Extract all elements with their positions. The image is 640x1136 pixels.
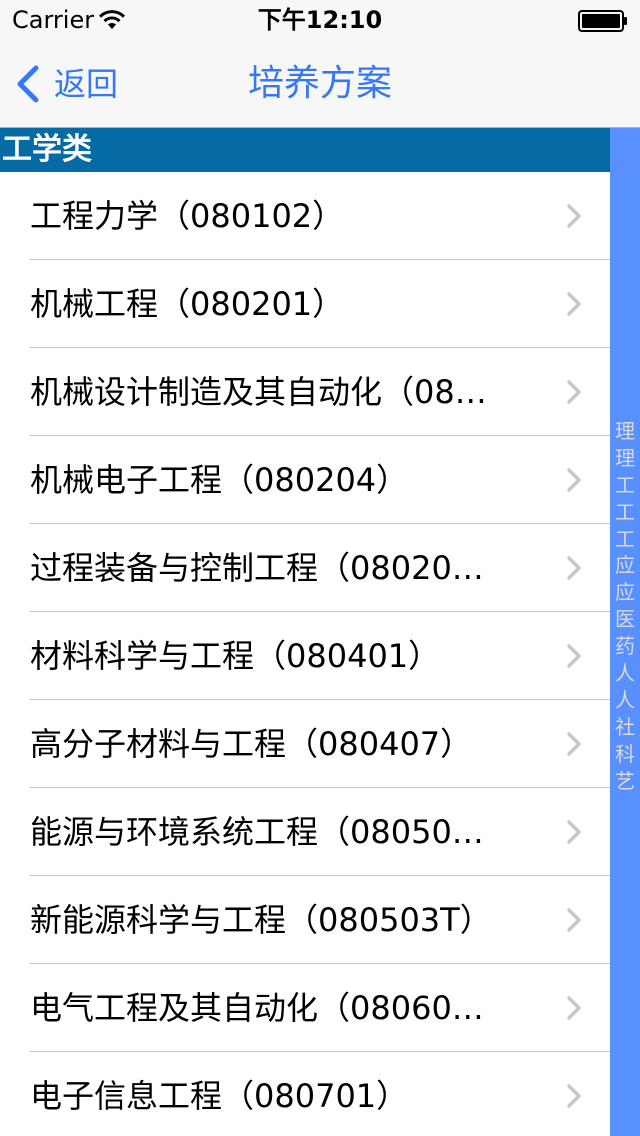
list-item-label: 工程力学（080102） [30, 197, 345, 235]
chevron-right-icon [567, 556, 581, 580]
chevron-right-icon [567, 380, 581, 404]
list-item[interactable]: 高分子材料与工程（080407） [0, 700, 610, 788]
list-item-label: 机械设计制造及其自动化（08… [30, 373, 487, 411]
chevron-right-icon [567, 820, 581, 844]
section-index-entry[interactable]: 应 [610, 579, 640, 606]
list-item-label: 机械电子工程（080204） [30, 461, 409, 499]
section-index-entry[interactable]: 工 [610, 472, 640, 499]
list-item[interactable]: 过程装备与控制工程（08020… [0, 524, 610, 612]
chevron-right-icon [567, 292, 581, 316]
status-bar: Carrier 下午12:10 [0, 0, 640, 40]
list-item[interactable]: 机械工程（080201） [0, 260, 610, 348]
navigation-bar: 返回 培养方案 [0, 40, 640, 128]
page-title: 培养方案 [247, 63, 392, 104]
section-index-entry[interactable]: 人 [610, 687, 640, 714]
list-item[interactable]: 能源与环境系统工程（08050… [0, 788, 610, 876]
section-index-entry[interactable]: 工 [610, 526, 640, 553]
list-item[interactable]: 材料科学与工程（080401） [0, 612, 610, 700]
chevron-right-icon [567, 908, 581, 932]
list-item-label: 高分子材料与工程（080407） [30, 725, 473, 763]
section-index-entry[interactable]: 社 [610, 714, 640, 741]
section-index-entry[interactable]: 科 [610, 741, 640, 768]
list-item[interactable]: 机械电子工程（080204） [0, 436, 610, 524]
list-item[interactable]: 工程力学（080102） [0, 172, 610, 260]
list-item[interactable]: 新能源科学与工程（080503T） [0, 876, 610, 964]
section-index-entry[interactable]: 医 [610, 606, 640, 633]
top-bar: Carrier 下午12:10 返回 培养方案 [0, 0, 640, 128]
list-item-label: 机械工程（080201） [30, 285, 345, 323]
section-index-entry[interactable]: 药 [610, 633, 640, 660]
list-item-label: 电气工程及其自动化（08060… [30, 989, 484, 1027]
chevron-right-icon [567, 204, 581, 228]
screen: Carrier 下午12:10 返回 培养方案 工学类 工程力学（080102）… [0, 0, 640, 1136]
section-index-entry[interactable]: 人 [610, 660, 640, 687]
chevron-right-icon [567, 996, 581, 1020]
list-item-label: 电子信息工程（080701） [30, 1077, 409, 1115]
section-index-entry[interactable]: 艺 [610, 768, 640, 795]
battery-icon [578, 10, 627, 32]
chevron-right-icon [567, 644, 581, 668]
list-item-label: 过程装备与控制工程（08020… [30, 549, 484, 587]
status-time: 下午12:10 [257, 6, 383, 34]
list-item[interactable]: 电子信息工程（080701） [0, 1052, 610, 1136]
list-item-label: 新能源科学与工程（080503T） [30, 901, 492, 939]
list-item-label: 材料科学与工程（080401） [30, 637, 441, 675]
list-item-label: 能源与环境系统工程（08050… [30, 813, 484, 851]
program-list: 工程力学（080102） 机械工程（080201） 机械设计制造及其自动化（08… 机… [0, 172, 610, 1136]
section-index-entry[interactable]: 应 [610, 552, 640, 579]
section-header: 工学类 [0, 128, 610, 172]
section-index-bar[interactable]: 理理工工工应应医药人人社科艺 [610, 128, 640, 1136]
section-index-entry[interactable]: 理 [610, 445, 640, 472]
chevron-right-icon [567, 468, 581, 492]
list-item[interactable]: 电气工程及其自动化（08060… [0, 964, 610, 1052]
chevron-right-icon [567, 732, 581, 756]
section-index-entry[interactable]: 理 [610, 418, 640, 445]
section-index-entry[interactable]: 工 [610, 499, 640, 526]
list-item[interactable]: 机械设计制造及其自动化（08… [0, 348, 610, 436]
chevron-right-icon [567, 1084, 581, 1108]
section-index-list: 理理工工工应应医药人人社科艺 [610, 418, 640, 794]
